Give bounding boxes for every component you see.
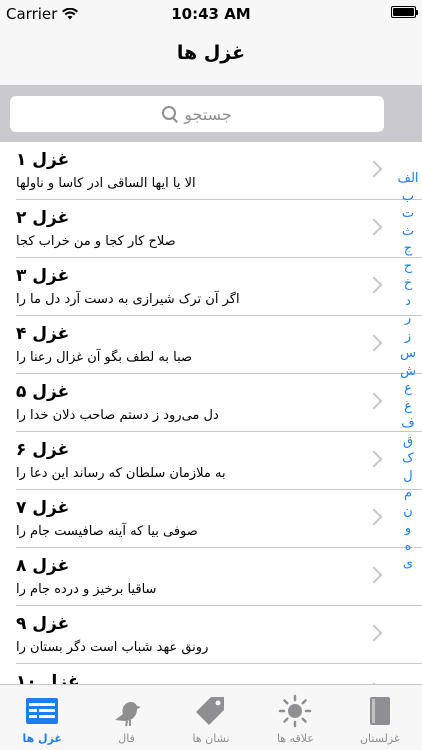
index-letter[interactable]: ک [402, 450, 414, 468]
list-item-subtitle: به ملازمان سلطان که رساند این دعا را [16, 466, 226, 481]
index-letter[interactable]: ف [401, 415, 414, 433]
index-letter[interactable]: خ [404, 275, 412, 293]
index-letter[interactable]: ی [403, 555, 413, 573]
tab-book[interactable]: غزلستان [338, 685, 422, 750]
list-item[interactable]: غزل ۱ الا یا ایها الساقی ادر کاسا و ناوله… [16, 142, 422, 200]
ghazal-list[interactable]: غزل ۱ الا یا ایها الساقی ادر کاسا و ناوله… [0, 142, 422, 684]
tab-label: نشان ها [192, 732, 230, 745]
chevron-right-icon [368, 159, 380, 181]
list-item-title: غزل ۵ [16, 382, 70, 402]
index-letter[interactable]: ش [400, 363, 416, 381]
list-item-subtitle: اگر آن ترک شیرازی به دست آرد دل ما را [16, 292, 240, 307]
battery-fill [393, 8, 414, 16]
chevron-right-icon [368, 275, 380, 297]
index-letter[interactable]: ه [405, 538, 412, 556]
list-item-title: غزل ۱ [16, 150, 70, 170]
tab-bar: غزل ها فال نشان ها علاقه ها غزلستان [0, 684, 422, 750]
tab-label: غزل ها [22, 732, 62, 745]
sun-icon [275, 694, 315, 728]
index-letter[interactable]: ع [404, 380, 412, 398]
list-item-title: غزل ۷ [16, 498, 70, 518]
list-item[interactable]: غزل ۵ دل می‌رود ز دستم صاحب دلان خدا را [16, 374, 422, 432]
list-item-subtitle: دل می‌رود ز دستم صاحب دلان خدا را [16, 408, 219, 423]
navigation-bar: غزل ها [0, 28, 422, 86]
index-letter[interactable]: م [404, 485, 412, 503]
index-letter[interactable]: ج [404, 240, 412, 258]
index-letter[interactable]: الف [397, 170, 418, 188]
index-letter[interactable]: ح [404, 258, 412, 276]
tab-ghazals-list[interactable]: غزل ها [0, 685, 84, 750]
index-letter[interactable]: ث [402, 223, 414, 241]
list-item[interactable]: غزل ۶ به ملازمان سلطان که رساند این دعا ر… [16, 432, 422, 490]
list-item-title: غزل ۱۰ [16, 672, 80, 684]
list-item[interactable]: غزل ۲ صلاح کار کجا و من خراب کجا [16, 200, 422, 258]
search-area: جستجو [0, 86, 422, 142]
index-letter[interactable]: ت [402, 205, 414, 223]
index-letter[interactable]: و [405, 520, 411, 538]
list-item-title: غزل ۸ [16, 556, 70, 576]
list-item[interactable]: غزل ۳ اگر آن ترک شیرازی به دست آرد دل ما … [16, 258, 422, 316]
index-letter[interactable]: غ [404, 398, 412, 416]
search-icon [162, 106, 178, 122]
list-item-subtitle: رونق عهد شباب است دگر بستان را [16, 640, 209, 655]
chevron-right-icon [368, 333, 380, 355]
tab-label: فال [118, 732, 135, 745]
list-item-title: غزل ۴ [16, 324, 70, 344]
index-letter[interactable]: د [405, 293, 411, 311]
chevron-right-icon [368, 391, 380, 413]
chevron-right-icon [368, 449, 380, 471]
tab-tags[interactable]: نشان ها [169, 685, 253, 750]
status-bar: Carrier 10:43 AM [0, 0, 422, 28]
list-item-title: غزل ۶ [16, 440, 70, 460]
page-title: غزل ها [176, 42, 246, 64]
search-placeholder: جستجو [184, 104, 232, 124]
book-icon [360, 694, 400, 728]
index-letter[interactable]: ل [403, 468, 412, 486]
chevron-right-icon [368, 217, 380, 239]
list-item[interactable]: غزل ۴ صبا به لطف بگو آن غزال رعنا را [16, 316, 422, 374]
list-item-subtitle: الا یا ایها الساقی ادر کاسا و ناولها [16, 176, 196, 191]
index-letter[interactable]: ز [405, 328, 411, 346]
index-letter[interactable]: ر [405, 310, 411, 328]
status-time: 10:43 AM [171, 5, 251, 23]
tab-bird[interactable]: فال [84, 685, 168, 750]
list-item-title: غزل ۳ [16, 266, 70, 286]
list-item-title: غزل ۲ [16, 208, 70, 228]
list-item-subtitle: صلاح کار کجا و من خراب کجا [16, 234, 176, 249]
bird-icon [107, 694, 147, 728]
tags-icon [191, 694, 231, 728]
list-item[interactable]: غزل ۹ رونق عهد شباب است دگر بستان را [16, 606, 422, 664]
list-item-subtitle: صوفی بیا که آینه صافیست جام را [16, 524, 198, 539]
index-letter[interactable]: ن [403, 503, 413, 521]
alphabet-index[interactable]: الف ب ت ث ج ح خ د ر ز س ش ع غ ف ق ک ل م ن و ه ی [396, 170, 420, 573]
index-letter[interactable]: ق [403, 433, 413, 451]
status-right [391, 6, 418, 18]
chevron-right-icon [368, 507, 380, 529]
chevron-right-icon [368, 565, 380, 587]
search-input[interactable]: جستجو [10, 96, 384, 132]
list-item[interactable]: غزل ۱۰ [16, 664, 422, 684]
tab-sun[interactable]: علاقه ها [253, 685, 337, 750]
list-item[interactable]: غزل ۸ ساقیا برخیز و درده جام را [16, 548, 422, 606]
list-item-subtitle: ساقیا برخیز و درده جام را [16, 582, 157, 597]
tab-label: علاقه ها [276, 732, 314, 745]
chevron-right-icon [368, 623, 380, 645]
list-item[interactable]: غزل ۷ صوفی بیا که آینه صافیست جام را [16, 490, 422, 548]
tab-label: غزلستان [359, 732, 400, 745]
list-item-subtitle: صبا به لطف بگو آن غزال رعنا را [16, 350, 193, 365]
index-letter[interactable]: ب [402, 188, 414, 206]
index-letter[interactable]: س [400, 345, 416, 363]
battery-icon [391, 6, 418, 18]
ghazals-list-icon [22, 694, 62, 728]
list-item-title: غزل ۹ [16, 614, 70, 634]
